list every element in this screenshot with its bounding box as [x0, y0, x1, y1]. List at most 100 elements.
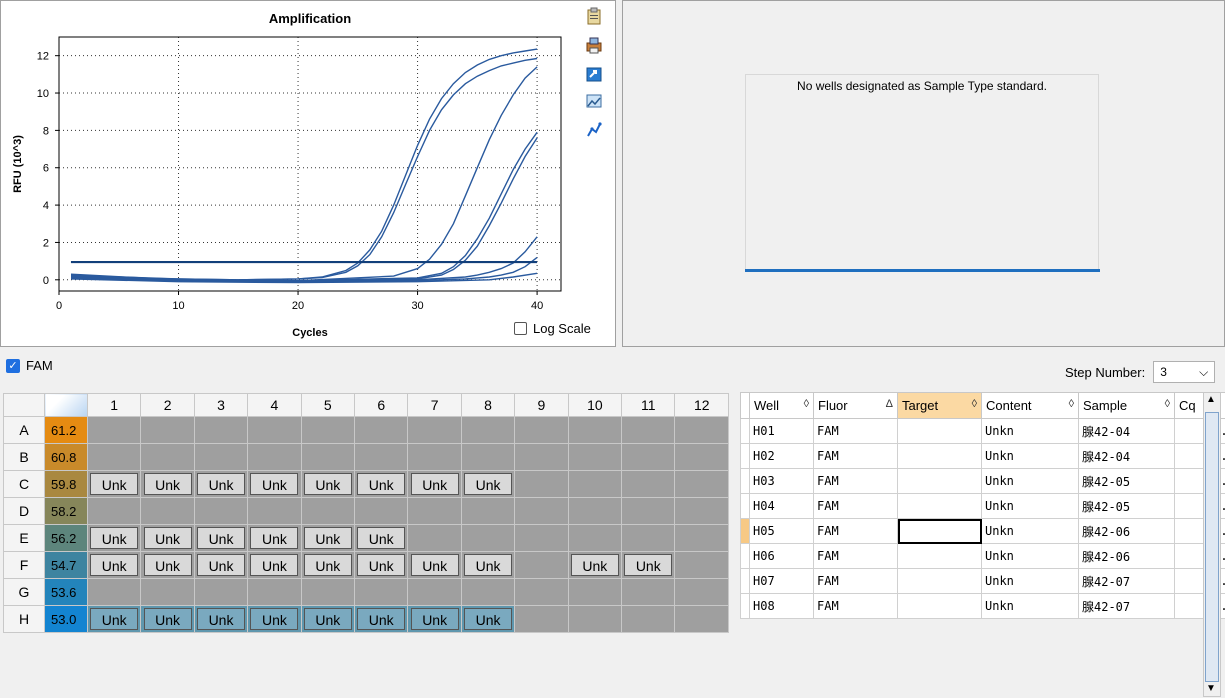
plate-well[interactable]: [247, 578, 302, 606]
plate-well[interactable]: [621, 470, 676, 498]
scroll-down-icon[interactable]: ▼: [1206, 683, 1216, 694]
plate-well[interactable]: [567, 470, 623, 498]
plate-well[interactable]: [407, 416, 462, 444]
cell-well[interactable]: H07: [749, 568, 814, 594]
sort-icon[interactable]: Δ: [886, 398, 893, 410]
plate-well[interactable]: [514, 497, 569, 525]
well-sample-type[interactable]: Unk: [410, 608, 459, 630]
fam-checkbox[interactable]: ✓: [6, 358, 20, 373]
well-sample-type[interactable]: Unk: [143, 608, 192, 630]
plate-well[interactable]: [460, 416, 516, 444]
column-header-sample[interactable]: Sample ◊: [1078, 392, 1175, 419]
well-sample-type[interactable]: Unk: [90, 527, 139, 549]
plate-well[interactable]: [407, 524, 462, 552]
cell-content[interactable]: Unkn: [981, 468, 1079, 494]
row-selector[interactable]: [740, 568, 750, 594]
plate-well[interactable]: [407, 578, 462, 606]
cell-well[interactable]: H08: [749, 593, 814, 619]
plate-well[interactable]: Unk: [300, 605, 356, 633]
plate-well[interactable]: Unk: [140, 524, 195, 552]
plate-well[interactable]: Unk: [460, 551, 516, 579]
plate-well[interactable]: [193, 416, 249, 444]
plate-well[interactable]: Unk: [407, 470, 462, 498]
row-selector[interactable]: [740, 593, 750, 619]
plate-well[interactable]: Unk: [86, 524, 142, 552]
cell-well[interactable]: H03: [749, 468, 814, 494]
plate-well[interactable]: [300, 497, 356, 525]
row-selector[interactable]: [740, 468, 750, 494]
plate-well[interactable]: [674, 578, 729, 606]
plate-row-header[interactable]: C: [3, 470, 45, 498]
plate-well[interactable]: Unk: [621, 551, 676, 579]
cell-fluor[interactable]: FAM: [813, 443, 898, 469]
plate-well[interactable]: Unk: [354, 524, 409, 552]
table-row[interactable]: H01FAMUnkn腺42-0439.34: [740, 418, 1225, 444]
cell-target[interactable]: [897, 493, 982, 519]
cell-well[interactable]: H02: [749, 443, 814, 469]
plate-well[interactable]: Unk: [247, 524, 302, 552]
sort-icon[interactable]: ◊: [1165, 398, 1170, 410]
cell-target[interactable]: [897, 593, 982, 619]
cell-content[interactable]: Unkn: [981, 593, 1079, 619]
well-sample-type[interactable]: Unk: [197, 527, 246, 549]
plate-column-header[interactable]: 5: [300, 393, 356, 417]
plate-well[interactable]: Unk: [247, 605, 302, 633]
plate-well[interactable]: [674, 497, 729, 525]
well-sample-type[interactable]: Unk: [410, 554, 459, 576]
plate-row-header[interactable]: D: [3, 497, 45, 525]
plate-well[interactable]: [193, 578, 249, 606]
plate-column-header[interactable]: 6: [354, 393, 409, 417]
plate-well[interactable]: [567, 497, 623, 525]
plate-well[interactable]: [86, 497, 142, 525]
plate-well[interactable]: [674, 551, 729, 579]
well-sample-type[interactable]: Unk: [464, 554, 513, 576]
row-selector[interactable]: [740, 493, 750, 519]
plate-well[interactable]: Unk: [300, 551, 356, 579]
plate-well[interactable]: [354, 443, 409, 471]
column-header-content[interactable]: Content ◊: [981, 392, 1079, 419]
settings-curve-icon[interactable]: [585, 121, 603, 139]
cell-fluor[interactable]: FAM: [813, 518, 898, 544]
plate-well[interactable]: [514, 551, 569, 579]
cell-well[interactable]: H05: [749, 518, 814, 544]
well-sample-type[interactable]: Unk: [90, 473, 139, 495]
cell-fluor[interactable]: FAM: [813, 543, 898, 569]
cell-target[interactable]: [897, 543, 982, 569]
plate-well[interactable]: [407, 443, 462, 471]
plate-well[interactable]: Unk: [354, 605, 409, 633]
plate-row-header[interactable]: A: [3, 416, 45, 444]
well-sample-type[interactable]: Unk: [90, 608, 139, 630]
plate-well[interactable]: [140, 416, 195, 444]
plate-well[interactable]: [354, 497, 409, 525]
step-number-select[interactable]: 3 ⌵: [1153, 361, 1216, 383]
plate-column-header[interactable]: 11: [621, 393, 676, 417]
cell-content[interactable]: Unkn: [981, 493, 1079, 519]
cell-target[interactable]: [897, 418, 982, 444]
plate-well[interactable]: [567, 605, 623, 633]
well-sample-type[interactable]: Unk: [464, 473, 513, 495]
cell-target[interactable]: [897, 518, 982, 544]
plate-well[interactable]: [621, 416, 676, 444]
well-sample-type[interactable]: Unk: [303, 527, 352, 549]
plate-column-header[interactable]: 8: [460, 393, 516, 417]
log-scale-checkbox[interactable]: [514, 322, 527, 335]
plate-well[interactable]: [247, 416, 302, 444]
cell-fluor[interactable]: FAM: [813, 593, 898, 619]
plate-well[interactable]: [247, 497, 302, 525]
plate-column-header[interactable]: 2: [140, 393, 195, 417]
plate-well[interactable]: [86, 416, 142, 444]
plate-well[interactable]: [193, 497, 249, 525]
cell-fluor[interactable]: FAM: [813, 568, 898, 594]
plate-row-header[interactable]: H: [3, 605, 45, 633]
plate-well[interactable]: [621, 578, 676, 606]
plate-well[interactable]: Unk: [140, 605, 195, 633]
well-sample-type[interactable]: Unk: [624, 554, 673, 576]
cell-sample[interactable]: 腺42-07: [1078, 593, 1175, 619]
plate-well[interactable]: Unk: [300, 524, 356, 552]
table-row[interactable]: H07FAMUnkn腺42-0725.04: [740, 568, 1225, 594]
plate-well[interactable]: [514, 578, 569, 606]
cell-target[interactable]: [897, 468, 982, 494]
plate-well[interactable]: [621, 443, 676, 471]
plate-well[interactable]: Unk: [354, 470, 409, 498]
column-header-well[interactable]: Well ◊: [749, 392, 814, 419]
